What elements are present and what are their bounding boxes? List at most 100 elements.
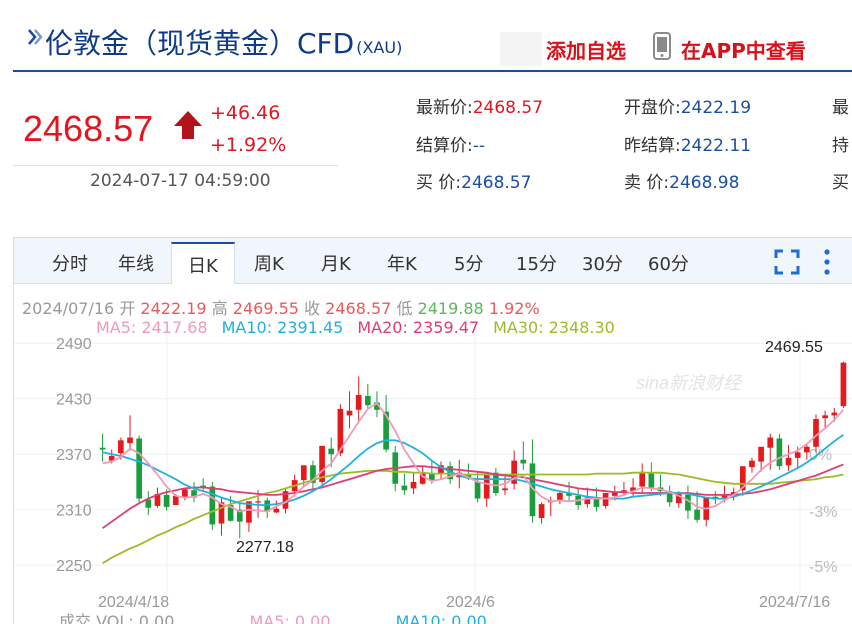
tab-7[interactable]: 15分 (516, 250, 557, 276)
candle-body (273, 508, 280, 513)
candle-body (502, 488, 508, 491)
quote-item-value: 2468.57 (472, 98, 544, 118)
max-price-label: 2469.55 (765, 339, 823, 356)
tab-5[interactable]: 年K (387, 250, 417, 276)
candle-body (749, 460, 755, 468)
x-tick-label: 2024/4/18 (98, 594, 169, 609)
tab-3[interactable]: 周K (254, 250, 284, 276)
pct-tick-label: 0% (809, 447, 832, 464)
quote-item-value: -- (472, 136, 486, 156)
ohlc-low-label: 低 (396, 299, 413, 318)
page-header: 伦敦金（现货黄金）CFD (XAU) 添加自选 在APP中查看 (13, 0, 852, 72)
candle-body (136, 438, 142, 499)
vol-ma10-value: 0.00 (451, 612, 487, 624)
candle-body (145, 499, 152, 508)
ohlc-date: 2024/07/16 (22, 299, 115, 318)
x-tick-label: 2024/6 (446, 594, 495, 609)
vol-ma5-label: MA5: (249, 612, 290, 624)
add-fav-icon-area (500, 32, 542, 66)
ohlc-readout: 2024/07/16 开 2422.19 高 2469.55 收 2468.57… (22, 295, 540, 319)
fullscreen-icon[interactable] (774, 249, 800, 275)
candle-body (831, 412, 838, 416)
candle-body (520, 459, 527, 464)
quote-item-label: 最新价: (416, 98, 473, 118)
vol-ma5-value: 0.00 (294, 612, 331, 624)
ohlc-low: 2419.88 (417, 299, 484, 318)
candle-body (163, 494, 170, 507)
quote-item: 昨结算:2422.11 (624, 131, 751, 156)
tab-6[interactable]: 5分 (454, 250, 483, 276)
quote-item: 卖 价:2468.98 (624, 168, 739, 193)
more-vertical-icon[interactable] (822, 248, 832, 276)
y-tick-label: 2310 (56, 503, 92, 520)
view-in-app-button[interactable]: 在APP中查看 (681, 35, 806, 64)
current-price: 2468.57 (23, 108, 154, 149)
candle-body (99, 447, 106, 450)
tab-4[interactable]: 月K (321, 250, 351, 276)
candle-body (648, 473, 655, 488)
period-tab-bar: 分时 年线 日K 周K 月K 年K 5分 15分 30分 60分 (14, 238, 852, 284)
quote-item: 结算价:-- (416, 131, 485, 156)
quote-item: 最新价:2468.57 (416, 93, 543, 118)
quote-item-label: 结算价: (416, 136, 473, 156)
ohlc-close: 2468.57 (325, 299, 392, 318)
candle-body (758, 446, 764, 462)
candlestick-chart[interactable]: 2490 2430 2370 2310 2250 0% -3% -5% sina新浪财经 2469… (14, 334, 852, 609)
candle-body (483, 473, 490, 499)
page-title: 伦敦金（现货黄金）CFD (XAU) (45, 22, 402, 62)
tab-0[interactable]: 分时 (52, 250, 88, 276)
ohlc-pct: 1.92% (488, 299, 540, 318)
candle-body (493, 472, 499, 494)
tab-8[interactable]: 30分 (582, 250, 623, 276)
quote-item-value: 2422.11 (680, 136, 752, 156)
candle-body (557, 493, 563, 501)
ohlc-open: 2422.19 (140, 299, 207, 318)
candle-body (328, 448, 335, 455)
candle-body (410, 481, 417, 489)
candle-body (401, 485, 408, 491)
candle-body (776, 438, 783, 467)
price-change: +46.46 (210, 102, 281, 124)
quote-item-label: 昨结算: (624, 136, 681, 156)
quote-item-label: 买 (832, 173, 849, 193)
title-main: 伦敦金（现货黄金）CFD (45, 27, 355, 60)
y-tick-label: 2490 (56, 336, 92, 353)
double-chevron-icon (28, 29, 43, 45)
pct-tick-label: -3% (809, 504, 837, 521)
candle-body (346, 410, 353, 416)
candle-body (355, 395, 362, 410)
x-tick-label: 2024/7/16 (759, 594, 830, 609)
quote-item-value: 2468.98 (669, 173, 740, 193)
ohlc-close-label: 收 (304, 299, 321, 318)
candle-body (255, 501, 261, 503)
quote-item-label: 持 (832, 136, 849, 156)
vol-title: 成交 (59, 612, 92, 624)
candle-body (639, 471, 646, 487)
candle-body (785, 457, 792, 466)
add-to-watchlist-button[interactable]: 添加自选 (546, 35, 626, 64)
title-sub: (XAU) (356, 38, 403, 57)
candle-body (794, 452, 801, 458)
ohlc-high: 2469.55 (232, 299, 299, 318)
volume-readout: 成交 VOL: 0.00 MA5: 0.00 MA10: 0.00 (59, 608, 487, 624)
tab-9[interactable]: 60分 (648, 250, 689, 276)
candle-body (127, 437, 133, 444)
tab-2[interactable]: 日K (171, 242, 235, 284)
vol-value: 0.00 (138, 612, 175, 624)
min-price-label: 2277.18 (236, 539, 294, 556)
quote-item-label: 买 价: (416, 173, 462, 193)
price-change-pct: +1.92% (210, 134, 287, 156)
candle-body (209, 486, 216, 525)
quote-item-label: 开盘价: (624, 98, 681, 118)
quote-timestamp: 2024-07-17 04:59:00 (90, 171, 271, 191)
divider (13, 165, 338, 166)
y-tick-label: 2430 (56, 392, 92, 409)
tab-1[interactable]: 年线 (118, 250, 154, 276)
candle-body (822, 415, 828, 419)
phone-icon (653, 32, 671, 60)
quote-item: 买 (832, 168, 849, 193)
watermark-logo: sina新浪财经 (636, 373, 743, 393)
quote-item-value: 2468.57 (461, 173, 532, 193)
vol-ma10-label: MA10: (395, 612, 447, 624)
y-tick-label: 2250 (56, 558, 92, 575)
